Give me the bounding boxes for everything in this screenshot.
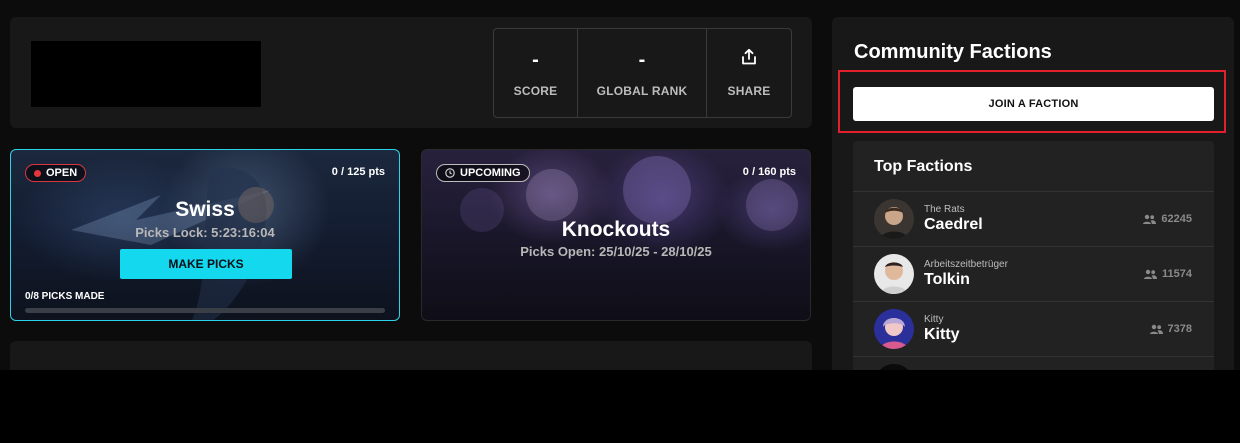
picks-made-count: 0/8 PICKS MADE <box>25 291 105 302</box>
make-picks-button[interactable]: MAKE PICKS <box>120 249 292 279</box>
member-count: 7378 <box>1149 322 1192 335</box>
faction-row[interactable]: Arbeitszeitbetrüger Tolkin 11574 <box>853 246 1214 300</box>
member-count: 62245 <box>1143 213 1192 225</box>
stage-points: 0 / 160 pts <box>742 166 796 178</box>
avatar <box>874 253 914 294</box>
stage-title: Swiss <box>175 198 235 221</box>
faction-name: Kitty <box>924 313 944 325</box>
picks-progress-bar <box>25 308 385 313</box>
global-rank-stat: - GLOBAL RANK <box>578 29 707 117</box>
stats-bar: - SCORE - GLOBAL RANK SHARE <box>493 28 792 118</box>
header-panel: - SCORE - GLOBAL RANK SHARE <box>10 17 812 128</box>
members-icon <box>1143 214 1157 224</box>
share-label: SHARE <box>727 84 771 98</box>
page-viewport: - SCORE - GLOBAL RANK SHARE OPEN 0 / 125… <box>0 0 1240 370</box>
faction-text: The Rats Caedrel <box>924 204 1143 234</box>
score-value: - <box>532 49 539 71</box>
faction-name: Arbeitszeitbetrüger <box>924 258 1008 270</box>
join-faction-button[interactable]: JOIN A FACTION <box>853 87 1214 121</box>
stage-points: 0 / 125 pts <box>331 166 385 178</box>
status-badge-open: OPEN <box>25 164 87 182</box>
clock-icon <box>445 168 455 178</box>
global-rank-label: GLOBAL RANK <box>596 84 688 98</box>
faction-name: The Rats <box>924 203 965 215</box>
stage-card-knockouts[interactable]: UPCOMING 0 / 160 pts Knockouts Picks Ope… <box>421 149 811 321</box>
faction-row[interactable]: The Rats Caedrel 62245 <box>853 191 1214 245</box>
stage-title: Knockouts <box>561 218 671 241</box>
lower-panel <box>10 341 812 370</box>
score-label: SCORE <box>513 84 558 98</box>
score-stat: - SCORE <box>494 29 578 117</box>
members-icon <box>1149 324 1163 334</box>
picks-open-dates: Picks Open: 25/10/25 - 28/10/25 <box>520 244 712 259</box>
members-icon <box>1144 269 1158 279</box>
share-button[interactable]: SHARE <box>707 29 791 117</box>
share-icon <box>739 48 759 76</box>
community-factions-title: Community Factions <box>854 41 1052 63</box>
member-count-value: 11574 <box>1162 267 1192 280</box>
avatar <box>874 198 914 239</box>
global-rank-value: - <box>638 49 646 71</box>
faction-row[interactable]: Kitty Kitty 7378 <box>853 301 1214 355</box>
stage-card-swiss[interactable]: OPEN 0 / 125 pts Swiss Picks Lock: 5:23:… <box>10 149 400 321</box>
faction-row[interactable] <box>853 356 1214 370</box>
faction-leader: Kitty <box>924 325 960 343</box>
top-factions-title: Top Factions <box>874 158 973 175</box>
faction-leader: Tolkin <box>924 270 970 288</box>
community-factions-panel: Community Factions JOIN A FACTION Top Fa… <box>832 17 1234 370</box>
status-label: OPEN <box>46 167 78 179</box>
faction-leader: Caedrel <box>924 215 983 233</box>
member-count: 11574 <box>1144 268 1192 280</box>
redacted-banner <box>31 41 261 107</box>
top-factions-list: Top Factions The Rats Caedrel 62245 Arbe… <box>853 141 1214 370</box>
faction-text: Arbeitszeitbetrüger Tolkin <box>924 259 1144 289</box>
status-label: UPCOMING <box>460 167 521 179</box>
avatar <box>874 308 914 349</box>
member-count-value: 7378 <box>1167 322 1192 335</box>
live-dot-icon <box>34 169 41 177</box>
picks-lock-countdown: Picks Lock: 5:23:16:04 <box>135 225 275 240</box>
member-count-value: 62245 <box>1161 212 1192 225</box>
status-badge-upcoming: UPCOMING <box>436 164 530 182</box>
avatar <box>874 363 914 370</box>
faction-text: Kitty Kitty <box>924 314 1150 344</box>
